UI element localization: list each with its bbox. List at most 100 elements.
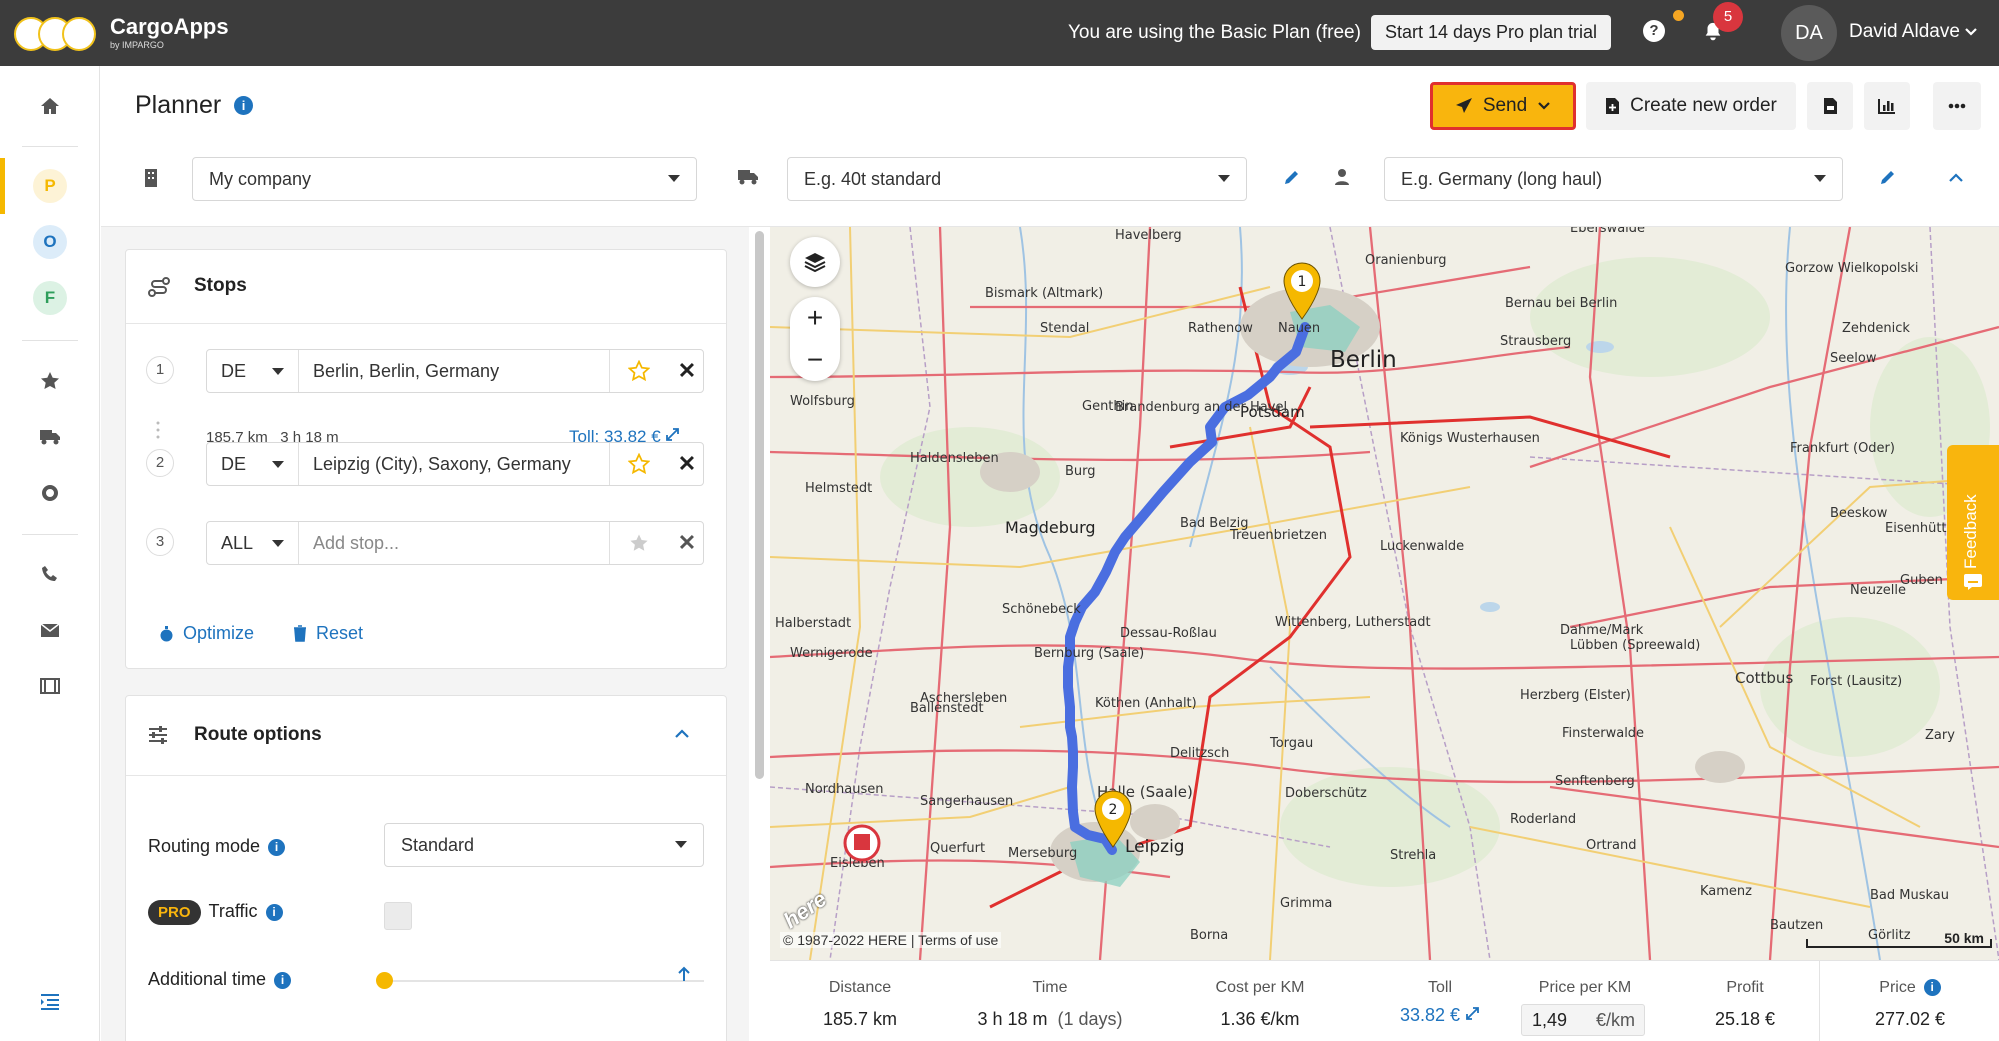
price-value: 277.02 € [1874, 1009, 1946, 1029]
home-nav-item[interactable] [0, 84, 100, 128]
star-icon [629, 534, 648, 551]
country-select[interactable]: ALL [207, 522, 299, 564]
country-value: DE [221, 454, 247, 474]
remove-stop-button[interactable]: ✕ [671, 350, 703, 392]
map-label-city: Bad Muskau [1870, 888, 1949, 903]
company-select[interactable]: My company [192, 157, 697, 201]
nav-settings[interactable] [0, 471, 100, 515]
plan-message: You are using the Basic Plan (free) [1068, 22, 1361, 43]
feedback-tab[interactable]: Feedback [1947, 445, 1999, 600]
optimize-button[interactable]: Optimize [159, 623, 254, 644]
remove-stop-button[interactable]: ✕ [671, 443, 703, 485]
additional-time-slider-track[interactable] [384, 980, 704, 982]
stop-number: 1 [146, 356, 174, 384]
orders-letter-icon: O [33, 225, 67, 259]
map-label-city: Burg [1065, 464, 1096, 479]
routing-mode-value: Standard [401, 835, 475, 855]
vehicle-select[interactable]: E.g. 40t standard [787, 157, 1247, 201]
export-pdf-button[interactable] [1807, 82, 1853, 130]
favorite-button[interactable] [609, 522, 667, 564]
logo-wheels-icon [14, 13, 98, 53]
map-label-city: Senftenberg [1555, 774, 1635, 789]
remove-stop-button[interactable]: ✕ [671, 522, 703, 564]
help-icon[interactable]: ? [1643, 20, 1665, 42]
country-select[interactable]: DE [207, 350, 299, 392]
map-label-city: Borna [1190, 928, 1228, 943]
statistics-button[interactable] [1864, 82, 1910, 130]
add-stop-input[interactable]: Add stop... [313, 522, 399, 564]
chevron-up-icon [675, 729, 689, 738]
map-label-city: Lübben (Spreewald) [1570, 638, 1700, 653]
zoom-in-button[interactable]: + [790, 297, 840, 339]
nav-fleet[interactable]: F [0, 276, 100, 320]
map-label-city: Wittenberg, Lutherstadt [1275, 615, 1431, 630]
user-name[interactable]: David Aldave [1849, 21, 1960, 43]
route-map[interactable]: Berlin Potsdam Leipzig Magdeburg Halle (… [770, 227, 1999, 960]
route-options-header[interactable]: Route options [126, 696, 726, 776]
map-label-city: Eberswalde [1570, 227, 1645, 236]
zoom-out-button[interactable]: − [790, 339, 840, 381]
create-order-button[interactable]: Create new order [1586, 82, 1796, 130]
traffic-checkbox[interactable] [384, 902, 412, 930]
routing-mode-select[interactable]: Standard [384, 823, 704, 867]
toll-value-link[interactable]: 33.82 € [1350, 1005, 1530, 1026]
nav-favorites[interactable] [0, 359, 100, 403]
chevron-down-icon[interactable] [1963, 24, 1979, 40]
avatar[interactable]: DA [1781, 5, 1837, 61]
additional-time-slider-handle[interactable] [376, 972, 393, 989]
reset-label: Reset [316, 623, 364, 643]
fleet-letter-icon: F [33, 281, 67, 315]
nav-planner[interactable]: P [0, 164, 100, 208]
star-outline-icon [627, 360, 650, 382]
stop-address-input[interactable]: Berlin, Berlin, Germany [313, 350, 499, 392]
driver-select[interactable]: E.g. Germany (long haul) [1384, 157, 1843, 201]
info-icon[interactable]: i [268, 838, 286, 856]
toll-summary: Toll 33.82 € [1350, 961, 1530, 1041]
pencil-icon[interactable] [1879, 168, 1897, 186]
favorite-button[interactable] [609, 350, 667, 392]
nav-collapse[interactable] [0, 980, 100, 1024]
chat-icon [1964, 574, 1982, 590]
info-icon[interactable]: i [1923, 979, 1941, 997]
country-select[interactable]: DE [207, 443, 299, 485]
nav-mail[interactable] [0, 608, 100, 652]
info-icon[interactable]: i [274, 971, 292, 989]
map-label-city: Finsterwalde [1562, 726, 1644, 741]
building-icon [145, 169, 157, 187]
stop-address-input[interactable]: Leipzig (City), Saxony, Germany [313, 443, 571, 485]
nav-phone[interactable] [0, 552, 100, 596]
person-icon [1335, 169, 1349, 185]
map-label-city: Leipzig [1125, 837, 1185, 857]
poi-marker[interactable] [843, 824, 881, 862]
price-per-km-input[interactable]: 1,49 €/km [1521, 1004, 1645, 1036]
trash-icon [294, 625, 306, 642]
pencil-icon[interactable] [1283, 168, 1301, 186]
layers-button[interactable] [790, 237, 840, 287]
more-options-button[interactable] [1933, 82, 1981, 130]
info-icon[interactable]: i [265, 903, 283, 921]
map-label-city: Rathenow [1188, 321, 1253, 336]
map-label-city: Delitzsch [1170, 746, 1229, 761]
reset-button[interactable]: Reset [293, 623, 363, 644]
nav-vehicles[interactable] [0, 415, 100, 459]
time-days: (1 days) [1057, 1009, 1123, 1029]
toll-value: 33.82 € [1399, 1005, 1461, 1025]
chevron-up-icon[interactable] [1948, 172, 1964, 184]
nav-video[interactable] [0, 664, 100, 708]
info-icon[interactable]: i [234, 96, 253, 115]
left-panel-scrollbar[interactable] [755, 231, 764, 779]
app-logo[interactable]: CargoApps by IMPARGO [14, 8, 229, 58]
map-label-city: Königs Wusterhausen [1400, 431, 1540, 446]
left-panel: Stops 1 DE Berlin, Berlin, Germany ✕ 185… [101, 227, 749, 1041]
price-per-km-value: 1,49 [1532, 1010, 1568, 1030]
nav-orders[interactable]: O [0, 220, 100, 264]
favorite-button[interactable] [609, 443, 667, 485]
arrow-up-icon[interactable] [677, 966, 691, 982]
summary-divider [1819, 961, 1820, 1041]
start-trial-button[interactable]: Start 14 days Pro plan trial [1371, 15, 1611, 50]
map-label-city: Herzberg (Elster) [1520, 688, 1631, 703]
map-label-city: Helmstedt [805, 481, 872, 496]
send-button[interactable]: Send [1430, 82, 1576, 130]
distance-label: Distance [828, 979, 892, 996]
map-copyright[interactable]: © 1987-2022 HERE | Terms of use [780, 932, 1002, 948]
